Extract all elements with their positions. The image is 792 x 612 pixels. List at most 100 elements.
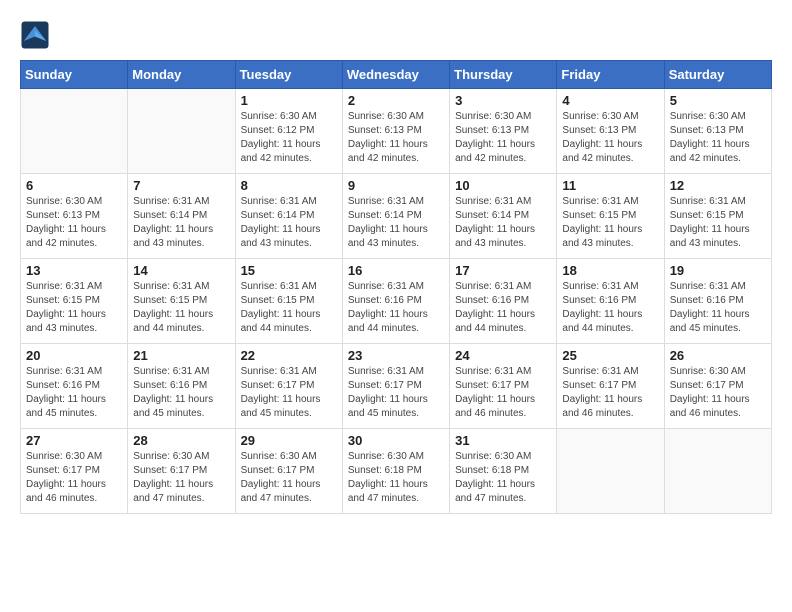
calendar-cell: 22 Sunrise: 6:31 AMSunset: 6:17 PMDayligh… (235, 344, 342, 429)
day-info: Sunrise: 6:31 AMSunset: 6:15 PMDaylight:… (241, 280, 337, 336)
day-info: Sunrise: 6:31 AMSunset: 6:15 PMDaylight:… (562, 195, 658, 251)
weekday-header-wednesday: Wednesday (342, 61, 449, 89)
day-number: 30 (348, 433, 444, 448)
day-info: Sunrise: 6:31 AMSunset: 6:16 PMDaylight:… (348, 280, 444, 336)
day-number: 25 (562, 348, 658, 363)
day-info: Sunrise: 6:31 AMSunset: 6:17 PMDaylight:… (455, 365, 551, 421)
calendar-cell: 17 Sunrise: 6:31 AMSunset: 6:16 PMDayligh… (450, 259, 557, 344)
calendar-week-1: 1 Sunrise: 6:30 AMSunset: 6:12 PMDaylight… (21, 89, 772, 174)
day-info: Sunrise: 6:31 AMSunset: 6:14 PMDaylight:… (133, 195, 229, 251)
calendar-cell: 25 Sunrise: 6:31 AMSunset: 6:17 PMDayligh… (557, 344, 664, 429)
day-info: Sunrise: 6:30 AMSunset: 6:17 PMDaylight:… (133, 450, 229, 506)
calendar-cell (664, 429, 771, 514)
day-number: 3 (455, 93, 551, 108)
day-info: Sunrise: 6:30 AMSunset: 6:13 PMDaylight:… (670, 110, 766, 166)
weekday-header-thursday: Thursday (450, 61, 557, 89)
calendar-cell: 15 Sunrise: 6:31 AMSunset: 6:15 PMDayligh… (235, 259, 342, 344)
day-info: Sunrise: 6:31 AMSunset: 6:17 PMDaylight:… (562, 365, 658, 421)
calendar-cell: 30Sunrise: 6:30 AMSunset: 6:18 PMDayligh… (342, 429, 449, 514)
calendar-cell: 21 Sunrise: 6:31 AMSunset: 6:16 PMDayligh… (128, 344, 235, 429)
day-number: 13 (26, 263, 122, 278)
day-number: 31 (455, 433, 551, 448)
day-info: Sunrise: 6:30 AMSunset: 6:12 PMDaylight:… (241, 110, 337, 166)
day-number: 21 (133, 348, 229, 363)
calendar-cell: 7 Sunrise: 6:31 AMSunset: 6:14 PMDaylight… (128, 174, 235, 259)
calendar-cell: 27 Sunrise: 6:30 AMSunset: 6:17 PMDayligh… (21, 429, 128, 514)
calendar-cell: 14 Sunrise: 6:31 AMSunset: 6:15 PMDayligh… (128, 259, 235, 344)
day-number: 15 (241, 263, 337, 278)
calendar-cell: 26 Sunrise: 6:30 AMSunset: 6:17 PMDayligh… (664, 344, 771, 429)
day-info: Sunrise: 6:30 AMSunset: 6:13 PMDaylight:… (348, 110, 444, 166)
calendar-cell: 10Sunrise: 6:31 AMSunset: 6:14 PMDayligh… (450, 174, 557, 259)
weekday-header-tuesday: Tuesday (235, 61, 342, 89)
calendar-cell: 19 Sunrise: 6:31 AMSunset: 6:16 PMDayligh… (664, 259, 771, 344)
day-info: Sunrise: 6:31 AMSunset: 6:17 PMDaylight:… (241, 365, 337, 421)
logo-icon (20, 20, 50, 50)
day-number: 22 (241, 348, 337, 363)
page-header (20, 20, 772, 50)
day-info: Sunrise: 6:31 AMSunset: 6:16 PMDaylight:… (26, 365, 122, 421)
weekday-header-row: SundayMondayTuesdayWednesdayThursdayFrid… (21, 61, 772, 89)
day-number: 20 (26, 348, 122, 363)
day-info: Sunrise: 6:31 AMSunset: 6:15 PMDaylight:… (133, 280, 229, 336)
day-number: 19 (670, 263, 766, 278)
calendar-cell: 9 Sunrise: 6:31 AMSunset: 6:14 PMDaylight… (342, 174, 449, 259)
day-number: 2 (348, 93, 444, 108)
day-info: Sunrise: 6:30 AMSunset: 6:13 PMDaylight:… (26, 195, 122, 251)
calendar-week-3: 13 Sunrise: 6:31 AMSunset: 6:15 PMDayligh… (21, 259, 772, 344)
day-number: 14 (133, 263, 229, 278)
calendar-cell: 16Sunrise: 6:31 AMSunset: 6:16 PMDayligh… (342, 259, 449, 344)
day-number: 29 (241, 433, 337, 448)
weekday-header-friday: Friday (557, 61, 664, 89)
calendar-cell: 1 Sunrise: 6:30 AMSunset: 6:12 PMDaylight… (235, 89, 342, 174)
day-number: 6 (26, 178, 122, 193)
day-info: Sunrise: 6:30 AMSunset: 6:17 PMDaylight:… (670, 365, 766, 421)
day-info: Sunrise: 6:30 AMSunset: 6:17 PMDaylight:… (26, 450, 122, 506)
calendar-week-2: 6 Sunrise: 6:30 AMSunset: 6:13 PMDaylight… (21, 174, 772, 259)
day-info: Sunrise: 6:31 AMSunset: 6:16 PMDaylight:… (133, 365, 229, 421)
day-info: Sunrise: 6:30 AMSunset: 6:18 PMDaylight:… (455, 450, 551, 506)
day-info: Sunrise: 6:31 AMSunset: 6:15 PMDaylight:… (670, 195, 766, 251)
weekday-header-sunday: Sunday (21, 61, 128, 89)
day-number: 28 (133, 433, 229, 448)
day-number: 12 (670, 178, 766, 193)
day-number: 7 (133, 178, 229, 193)
day-info: Sunrise: 6:31 AMSunset: 6:16 PMDaylight:… (670, 280, 766, 336)
day-number: 8 (241, 178, 337, 193)
calendar-cell: 4 Sunrise: 6:30 AMSunset: 6:13 PMDaylight… (557, 89, 664, 174)
calendar-cell: 3Sunrise: 6:30 AMSunset: 6:13 PMDaylight… (450, 89, 557, 174)
calendar-cell (557, 429, 664, 514)
day-number: 5 (670, 93, 766, 108)
day-number: 24 (455, 348, 551, 363)
day-info: Sunrise: 6:31 AMSunset: 6:16 PMDaylight:… (562, 280, 658, 336)
calendar-cell: 5 Sunrise: 6:30 AMSunset: 6:13 PMDaylight… (664, 89, 771, 174)
day-number: 27 (26, 433, 122, 448)
day-info: Sunrise: 6:30 AMSunset: 6:13 PMDaylight:… (562, 110, 658, 166)
day-number: 1 (241, 93, 337, 108)
calendar-cell: 12 Sunrise: 6:31 AMSunset: 6:15 PMDayligh… (664, 174, 771, 259)
day-info: Sunrise: 6:31 AMSunset: 6:14 PMDaylight:… (241, 195, 337, 251)
day-number: 9 (348, 178, 444, 193)
calendar-cell: 29Sunrise: 6:30 AMSunset: 6:17 PMDayligh… (235, 429, 342, 514)
day-number: 26 (670, 348, 766, 363)
day-info: Sunrise: 6:31 AMSunset: 6:17 PMDaylight:… (348, 365, 444, 421)
calendar-cell (21, 89, 128, 174)
calendar-week-4: 20 Sunrise: 6:31 AMSunset: 6:16 PMDayligh… (21, 344, 772, 429)
day-info: Sunrise: 6:31 AMSunset: 6:14 PMDaylight:… (348, 195, 444, 251)
weekday-header-saturday: Saturday (664, 61, 771, 89)
weekday-header-monday: Monday (128, 61, 235, 89)
calendar-cell: 2 Sunrise: 6:30 AMSunset: 6:13 PMDaylight… (342, 89, 449, 174)
calendar-cell: 6 Sunrise: 6:30 AMSunset: 6:13 PMDaylight… (21, 174, 128, 259)
calendar-table: SundayMondayTuesdayWednesdayThursdayFrid… (20, 60, 772, 514)
calendar-cell: 24 Sunrise: 6:31 AMSunset: 6:17 PMDayligh… (450, 344, 557, 429)
day-number: 10 (455, 178, 551, 193)
day-info: Sunrise: 6:31 AMSunset: 6:15 PMDaylight:… (26, 280, 122, 336)
calendar-cell (128, 89, 235, 174)
calendar-cell: 31 Sunrise: 6:30 AMSunset: 6:18 PMDayligh… (450, 429, 557, 514)
day-number: 17 (455, 263, 551, 278)
day-number: 11 (562, 178, 658, 193)
day-number: 4 (562, 93, 658, 108)
day-info: Sunrise: 6:31 AMSunset: 6:16 PMDaylight:… (455, 280, 551, 336)
calendar-cell: 11 Sunrise: 6:31 AMSunset: 6:15 PMDayligh… (557, 174, 664, 259)
calendar-cell: 13 Sunrise: 6:31 AMSunset: 6:15 PMDayligh… (21, 259, 128, 344)
